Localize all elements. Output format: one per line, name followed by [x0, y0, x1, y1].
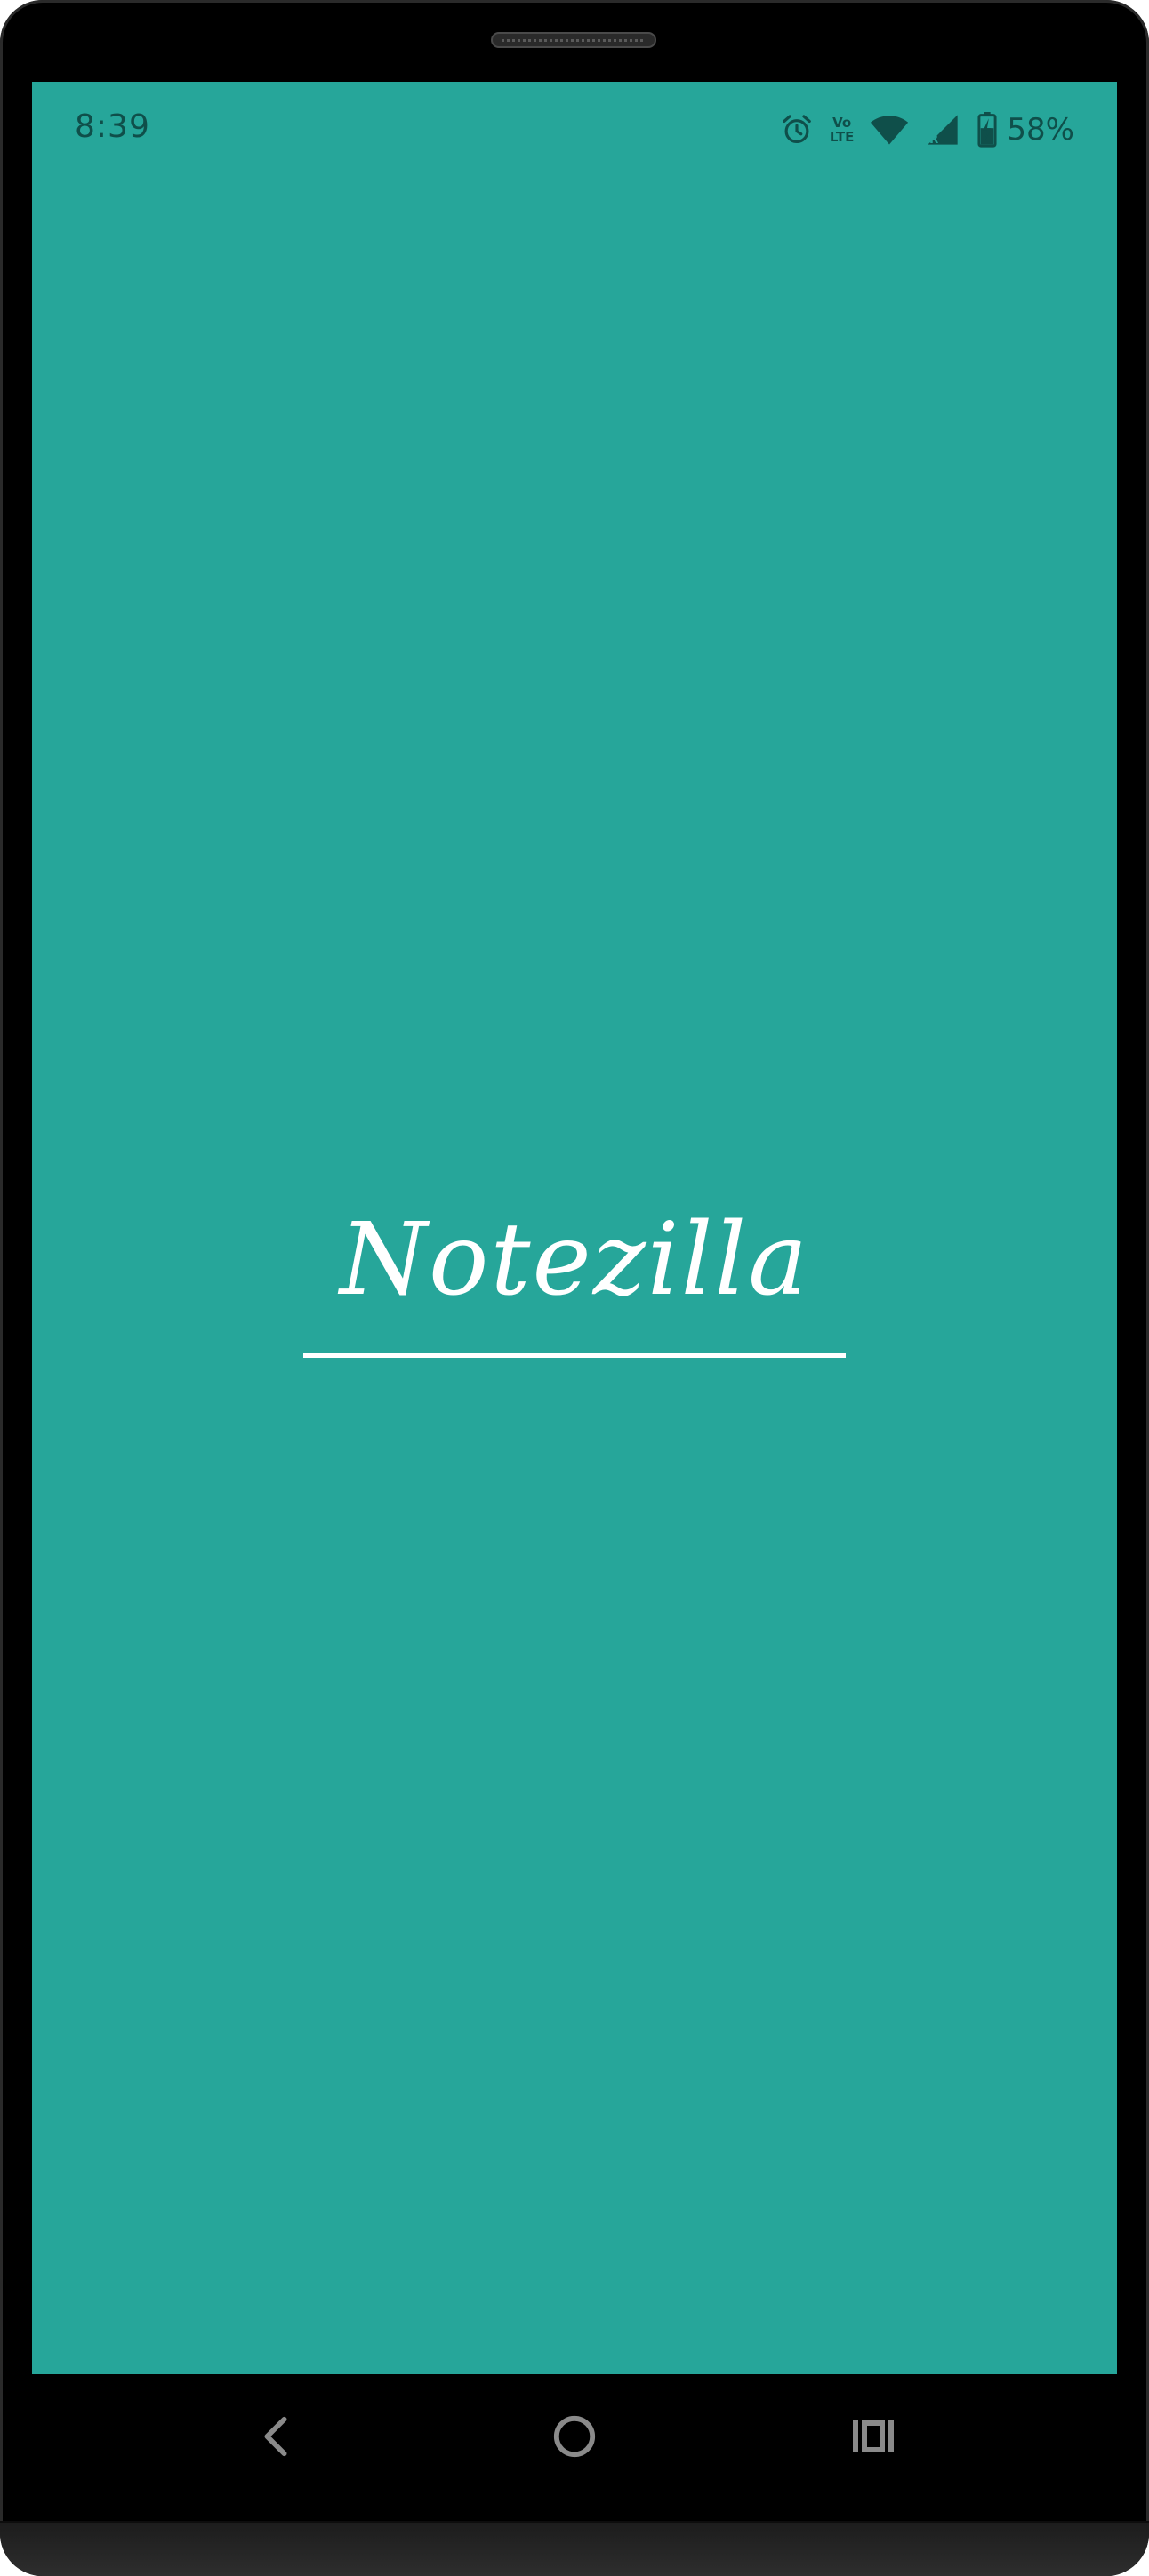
phone-frame: 8:39 Vo LTE R 58% Notezilla — [0, 0, 1149, 2576]
splash-content: Notezilla — [32, 82, 1117, 2374]
earpiece-speaker — [491, 32, 656, 48]
phone-bottom-bezel — [0, 2521, 1149, 2576]
app-screen: 8:39 Vo LTE R 58% Notezilla — [32, 82, 1117, 2374]
navigation-bar — [0, 2374, 1149, 2499]
recents-icon — [853, 2420, 894, 2452]
back-button[interactable] — [222, 2374, 329, 2499]
back-icon — [264, 2416, 287, 2457]
app-title: Notezilla — [340, 1202, 809, 1318]
recents-button[interactable] — [820, 2374, 927, 2499]
home-icon — [553, 2415, 596, 2458]
home-button[interactable] — [521, 2374, 628, 2499]
title-underline-divider — [303, 1353, 846, 1358]
